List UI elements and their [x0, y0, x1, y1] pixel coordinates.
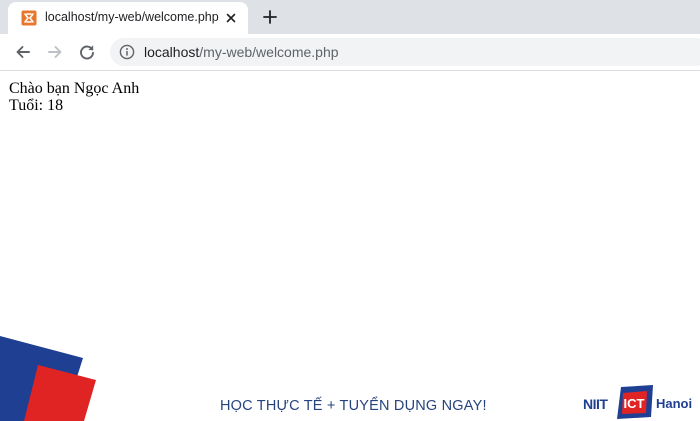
browser-window: localhost/my-web/welcome.php localhost/m… — [0, 0, 700, 421]
age-text: Tuổi: 18 — [9, 97, 64, 114]
url-host: localhost — [144, 44, 200, 60]
tab-strip: localhost/my-web/welcome.php — [0, 0, 700, 34]
active-tab[interactable]: localhost/my-web/welcome.php — [8, 2, 248, 34]
xampp-icon — [21, 10, 37, 26]
banner-slogan: HỌC THỰC TẾ + TUYỂN DỤNG NGAY! — [220, 398, 487, 414]
site-info-icon[interactable] — [119, 44, 135, 60]
tab-title: localhost/my-web/welcome.php — [45, 10, 219, 24]
new-tab-plus-icon[interactable] — [260, 7, 280, 27]
url-text[interactable]: localhost/my-web/welcome.php — [144, 44, 339, 60]
browser-toolbar: localhost/my-web/welcome.php — [0, 34, 700, 71]
page-content: Chào bạn Ngọc Anh Tuổi: 18 — [9, 80, 139, 114]
logo-hanoi-text: Hanoi — [656, 396, 693, 411]
back-arrow-icon[interactable] — [13, 42, 33, 62]
niit-ict-hanoi-logo: NIIT ICT Hanoi — [583, 385, 692, 419]
greeting-text: Chào bạn Ngọc Anh — [9, 80, 140, 97]
logo-ict-text: ICT — [624, 396, 645, 411]
logo-niit-text: NIIT — [583, 396, 608, 412]
url-path: /my-web/welcome.php — [199, 44, 339, 60]
reload-icon[interactable] — [77, 42, 97, 62]
close-tab-icon[interactable] — [223, 10, 239, 26]
banner-decoration — [0, 336, 96, 421]
forward-arrow-icon[interactable] — [45, 42, 65, 62]
address-bar[interactable]: localhost/my-web/welcome.php — [110, 38, 700, 66]
logo-ict-mark: ICT — [617, 385, 653, 419]
